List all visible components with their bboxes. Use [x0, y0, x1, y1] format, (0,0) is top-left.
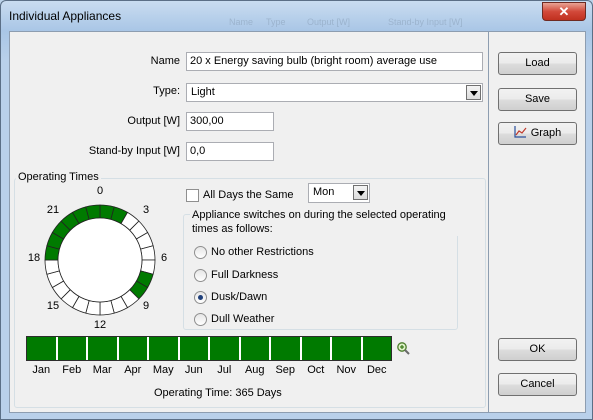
output-label: Output [W]	[127, 115, 180, 127]
month-label: Oct	[307, 364, 325, 376]
type-label: Type:	[153, 85, 180, 97]
month-label: Jul	[217, 364, 232, 376]
ghost-text: Type	[266, 17, 286, 27]
operating-time-summary: Operating Time: 365 Days	[154, 387, 282, 399]
hour-ring[interactable]	[43, 203, 157, 317]
dialog-window: Individual Appliances Name Type Output […	[0, 0, 593, 420]
month-label: Jun	[184, 364, 203, 376]
type-select[interactable]: Light	[186, 83, 483, 102]
hour-label: 0	[96, 185, 104, 197]
hour-ring-center	[57, 217, 143, 303]
title-bar: Individual Appliances Name Type Output […	[1, 1, 592, 31]
all-days-label: All Days the Same	[203, 189, 294, 201]
month-cell[interactable]	[26, 336, 57, 361]
magnifier-icon[interactable]	[396, 341, 410, 355]
operating-times-title: Operating Times	[16, 171, 101, 183]
month-label: Feb	[62, 364, 82, 376]
save-button[interactable]: Save	[498, 88, 577, 111]
hour-label: 18	[27, 252, 41, 264]
month-cell[interactable]	[148, 336, 179, 361]
months-bar[interactable]	[26, 336, 392, 361]
operating-time-label: Operating Time:	[154, 387, 233, 399]
close-button[interactable]: ✕	[542, 2, 586, 21]
month-label: Mar	[92, 364, 112, 376]
month-label: Jan	[32, 364, 51, 376]
month-label: Nov	[336, 364, 357, 376]
month-cell[interactable]	[209, 336, 240, 361]
name-label: Name	[150, 55, 180, 67]
window-title: Individual Appliances	[9, 9, 122, 23]
month-cell[interactable]	[87, 336, 118, 361]
chevron-down-icon[interactable]	[466, 85, 481, 100]
month-cell[interactable]	[270, 336, 301, 361]
month-cell[interactable]	[56, 336, 87, 361]
radio-no-restrictions[interactable]	[194, 246, 207, 259]
month-cell[interactable]	[361, 336, 392, 361]
option-label: Dull Weather	[211, 313, 275, 325]
month-cell[interactable]	[331, 336, 362, 361]
switch-options-title: Appliance switches on during the selecte…	[190, 208, 470, 236]
load-button[interactable]: Load	[498, 52, 577, 75]
month-cell[interactable]	[117, 336, 148, 361]
month-labels: Jan Feb Mar Apr May Jun Jul Aug Sep Oct Nov Dec	[26, 364, 392, 376]
hour-label: 12	[93, 319, 107, 331]
option-label: Dusk/Dawn	[211, 291, 268, 303]
operating-time-value: 365 Days	[235, 387, 282, 399]
ghost-text: Stand-by Input [W]	[388, 17, 463, 27]
day-select-value: Mon	[313, 186, 335, 198]
radio-dusk-dawn[interactable]	[194, 291, 207, 304]
month-cell[interactable]	[178, 336, 209, 361]
ghost-text: Name	[229, 17, 254, 27]
hour-label: 6	[160, 252, 168, 264]
chevron-down-icon[interactable]	[353, 185, 368, 200]
cancel-button[interactable]: Cancel	[498, 373, 577, 396]
month-cell[interactable]	[300, 336, 331, 361]
ghost-text: Output [W]	[307, 17, 351, 27]
output-field[interactable]: 300,00	[186, 112, 274, 131]
radio-full-darkness[interactable]	[194, 269, 207, 282]
type-select-value: Light	[191, 86, 215, 98]
option-label: Full Darkness	[211, 269, 279, 281]
standby-field[interactable]: 0,0	[186, 142, 274, 161]
close-icon: ✕	[558, 4, 570, 19]
graph-icon	[514, 126, 527, 138]
graph-button-label: Graph	[530, 127, 562, 139]
ok-button[interactable]: OK	[498, 338, 577, 361]
month-label: Sep	[275, 364, 296, 376]
all-days-checkbox[interactable]	[186, 189, 199, 202]
standby-label: Stand-by Input [W]	[88, 145, 180, 157]
month-cell[interactable]	[239, 336, 270, 361]
main-panel: Name 20 x Energy saving bulb (bright roo…	[9, 31, 489, 413]
button-panel: Load Save Graph OK Cancel	[489, 31, 586, 413]
graph-button[interactable]: Graph	[498, 122, 577, 145]
option-label: No other Restrictions	[211, 246, 314, 258]
name-field[interactable]: 20 x Energy saving bulb (bright room) av…	[186, 52, 483, 71]
month-label: Dec	[366, 364, 387, 376]
month-label: May	[152, 364, 174, 376]
radio-dull-weather[interactable]	[194, 313, 207, 326]
month-label: Aug	[244, 364, 265, 376]
month-label: Apr	[124, 364, 142, 376]
day-select[interactable]: Mon	[308, 183, 370, 203]
